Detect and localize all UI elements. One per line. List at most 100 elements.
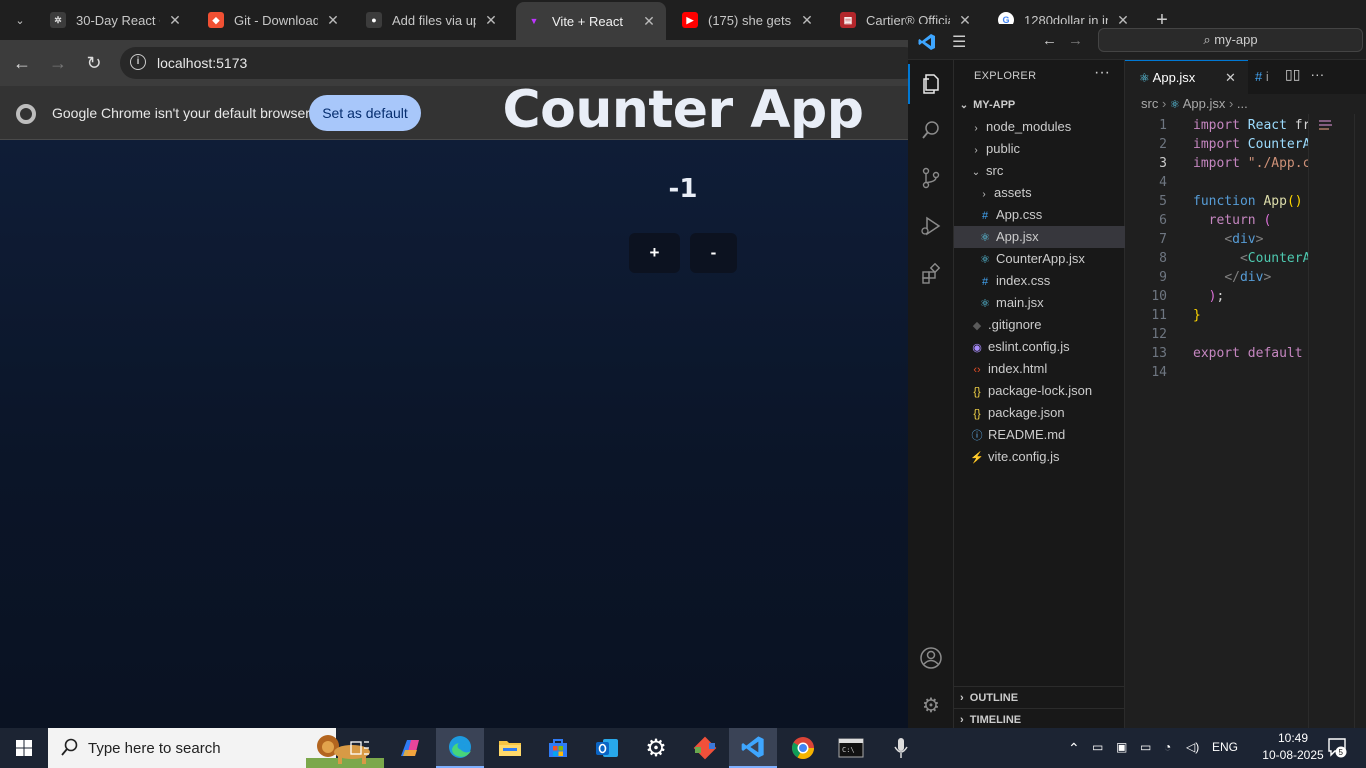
outlook-icon[interactable] — [583, 728, 631, 768]
workspace-root[interactable]: ⌄ MY-APP — [954, 94, 1125, 116]
taskbar-search[interactable]: Type here to search — [48, 728, 384, 768]
code-line[interactable]: 1 import React fr — [1125, 116, 1308, 135]
tree-file[interactable]: {} package-lock.json — [954, 380, 1125, 402]
url-text: localhost:5173 — [157, 55, 248, 71]
menu-icon[interactable]: ☰ — [952, 32, 966, 52]
minimap[interactable] — [1308, 114, 1354, 728]
line-number: 14 — [1151, 365, 1167, 380]
increment-button[interactable]: + — [629, 233, 680, 273]
timeline-section[interactable]: › TIMELINE — [954, 708, 1125, 730]
microphone-icon[interactable] — [877, 728, 925, 768]
accounts-icon[interactable] — [908, 638, 954, 678]
breadcrumb-folder[interactable]: src — [1141, 96, 1158, 111]
tree-file[interactable]: ⚛ App.jsx — [954, 226, 1125, 248]
tree-folder[interactable]: › assets — [954, 182, 1125, 204]
reload-button[interactable]: ↻ — [80, 49, 108, 77]
language-indicator[interactable]: ENG — [1212, 740, 1238, 754]
meet-now-icon[interactable]: ▭ — [1092, 740, 1103, 754]
tree-file[interactable]: ‹› index.html — [954, 358, 1125, 380]
clock[interactable]: 10:49 10-08-2025 — [1260, 730, 1326, 764]
explorer-icon[interactable] — [908, 64, 954, 104]
code-line[interactable]: 9 </div> — [1125, 268, 1308, 287]
code-line[interactable]: 10 ); — [1125, 287, 1308, 306]
breadcrumb-symbol[interactable]: ... — [1237, 96, 1248, 111]
chevron-up-icon[interactable]: ⌃ — [1068, 740, 1080, 757]
code-line[interactable]: 13 export default — [1125, 344, 1308, 363]
tab-search-dropdown[interactable]: ⌄ — [6, 6, 34, 34]
outline-section[interactable]: › OUTLINE — [954, 686, 1125, 708]
code-line[interactable]: 2 import CounterA — [1125, 135, 1308, 154]
code-line[interactable]: 5 function App() — [1125, 192, 1308, 211]
tree-file[interactable]: ⚛ CounterApp.jsx — [954, 248, 1125, 270]
address-bar[interactable]: i localhost:5173 — [120, 47, 920, 79]
file-explorer-icon[interactable] — [486, 728, 534, 768]
edge-icon[interactable] — [436, 728, 484, 768]
tree-folder[interactable]: ⌄ src — [954, 160, 1125, 182]
close-tab-icon[interactable]: ✕ — [168, 12, 182, 29]
copilot-icon[interactable] — [386, 728, 434, 768]
code-line[interactable]: 7 <div> — [1125, 230, 1308, 249]
close-tab-icon[interactable]: ✕ — [800, 12, 814, 29]
close-tab-icon[interactable]: ✕ — [484, 12, 498, 29]
tree-file[interactable]: # index.css — [954, 270, 1125, 292]
tree-folder[interactable]: › public — [954, 138, 1125, 160]
terminal-icon[interactable]: C:\ — [827, 728, 875, 768]
editor-scrollbar[interactable] — [1354, 114, 1366, 728]
tree-file[interactable]: ◉ eslint.config.js — [954, 336, 1125, 358]
search-icon[interactable] — [908, 110, 954, 150]
code-line[interactable]: 8 <CounterA — [1125, 249, 1308, 268]
browser-tab[interactable]: ✲ 30-Day React Ch ✕ — [40, 4, 192, 36]
browser-tab[interactable]: ◆ Git - Downloadi ✕ — [198, 4, 350, 36]
site-info-icon[interactable]: i — [130, 54, 146, 70]
settings-gear-icon[interactable]: ⚙ — [908, 686, 954, 726]
timeline-label: TIMELINE — [969, 714, 1022, 726]
tree-file[interactable]: ⓘ README.md — [954, 424, 1125, 446]
close-icon[interactable]: ✕ — [1225, 61, 1236, 94]
chrome-taskbar-icon[interactable] — [779, 728, 827, 768]
tab-app-jsx[interactable]: ⚛ App.jsx ✕ — [1125, 60, 1248, 94]
tree-folder[interactable]: › node_modules — [954, 116, 1125, 138]
battery-icon[interactable]: ▭ — [1140, 740, 1151, 754]
code-line[interactable]: 11} — [1125, 306, 1308, 325]
extensions-icon[interactable] — [908, 254, 954, 294]
vscode-taskbar-icon[interactable] — [729, 728, 777, 768]
browser-tab[interactable]: ▼ Vite + React ✕ — [516, 2, 666, 40]
volume-icon[interactable]: ◁) — [1186, 740, 1199, 754]
close-tab-icon[interactable]: ✕ — [642, 13, 656, 30]
split-editor-icon[interactable]: ▯▯ — [1285, 66, 1300, 82]
microsoft-store-icon[interactable] — [534, 728, 582, 768]
source-control-icon[interactable] — [908, 158, 954, 198]
tree-file[interactable]: ⚡ vite.config.js — [954, 446, 1125, 468]
more-actions-icon[interactable]: ··· — [1094, 64, 1110, 82]
back-button[interactable]: ← — [8, 49, 36, 77]
tree-file[interactable]: # App.css — [954, 204, 1125, 226]
browser-tab[interactable]: ▶ (175) she gets w ✕ — [672, 4, 824, 36]
start-button[interactable] — [0, 728, 48, 768]
code-line[interactable]: 12 — [1125, 325, 1308, 344]
browser-tab[interactable]: ● Add files via upl ✕ — [356, 4, 508, 36]
tree-file[interactable]: ⚛ main.jsx — [954, 292, 1125, 314]
run-debug-icon[interactable] — [908, 206, 954, 246]
breadcrumb-file[interactable]: App.jsx — [1183, 96, 1226, 111]
notification-center-icon[interactable]: 5 — [1326, 736, 1348, 761]
code-line[interactable]: 4 — [1125, 173, 1308, 192]
wifi-icon[interactable]: ◔ — [1164, 740, 1171, 754]
more-actions-icon[interactable]: ··· — [1310, 66, 1324, 82]
screen-snip-icon[interactable]: ▣ — [1116, 740, 1127, 754]
close-tab-icon[interactable]: ✕ — [326, 12, 340, 29]
command-center-search[interactable]: ⌕ my-app — [1098, 28, 1363, 52]
vscode-back-icon[interactable]: ← — [1042, 32, 1057, 49]
forward-button[interactable]: → — [44, 49, 72, 77]
settings-icon[interactable]: ⚙ — [632, 728, 680, 768]
tree-file[interactable]: ◆ .gitignore — [954, 314, 1125, 336]
code-line[interactable]: 14 — [1125, 363, 1308, 382]
vscode-forward-icon[interactable]: → — [1068, 32, 1083, 49]
task-view-icon[interactable] — [336, 728, 384, 768]
code-line[interactable]: 3 import "./App.c — [1125, 154, 1308, 173]
tree-file[interactable]: {} package.json — [954, 402, 1125, 424]
tab-index-css[interactable]: # i — [1255, 60, 1269, 94]
decrement-button[interactable]: - — [690, 233, 737, 273]
tree-item-label: .gitignore — [988, 317, 1042, 332]
git-gui-icon[interactable] — [681, 728, 729, 768]
code-line[interactable]: 6 return ( — [1125, 211, 1308, 230]
